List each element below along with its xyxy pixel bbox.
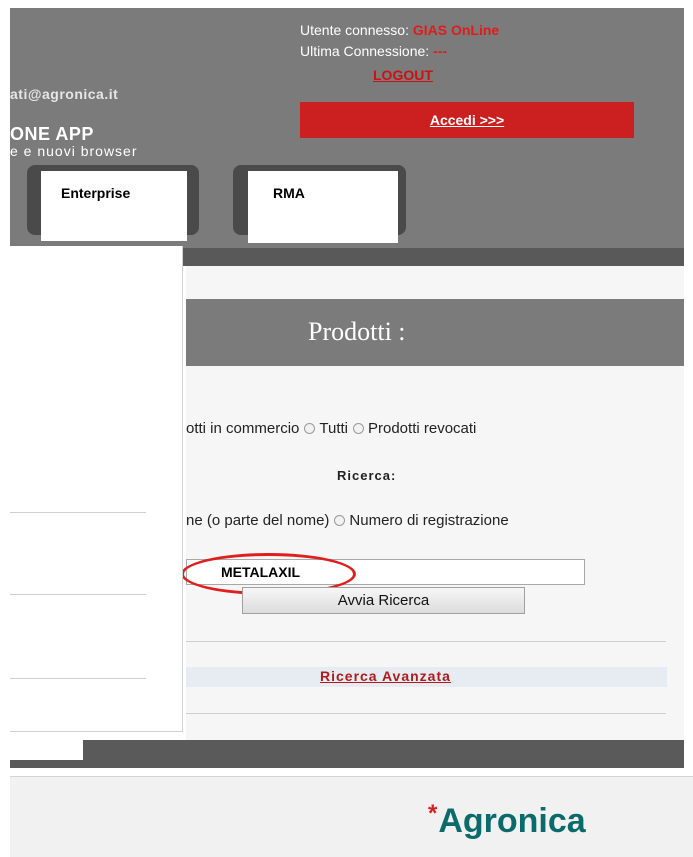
footer-bar — [10, 740, 684, 768]
side-menu-tab — [10, 732, 83, 760]
radio-numero-registrazione[interactable] — [334, 515, 346, 526]
mode-option-name-label[interactable]: ne (o parte del nome) — [186, 512, 329, 529]
accedi-button[interactable]: Accedi >>> — [300, 102, 634, 138]
tab-rma[interactable] — [248, 171, 398, 243]
tab-enterprise-label[interactable]: Enterprise — [61, 185, 130, 201]
filter-radio-group: otti in commercio Tutti Prodotti revocat… — [186, 420, 476, 437]
avvia-ricerca-button[interactable]: Avvia Ricerca — [242, 587, 525, 614]
side-menu-divider — [10, 512, 146, 513]
page-title: Prodotti : — [308, 317, 406, 346]
asterisk-logo-icon: * — [428, 800, 438, 827]
connected-user-label: Utente connesso: — [300, 22, 413, 38]
filter-option-revocati-label[interactable]: Prodotti revocati — [368, 420, 476, 437]
side-menu-panel — [10, 246, 183, 732]
logo-text: Agronica — [438, 802, 586, 840]
search-section-label: Ricerca: — [337, 468, 397, 483]
last-connection-label: Ultima Connessione: — [300, 43, 434, 59]
side-menu-divider — [10, 678, 146, 679]
filter-option-tutti-label[interactable]: Tutti — [319, 420, 348, 437]
connected-user-value: GIAS OnLine — [412, 22, 500, 38]
app-subtitle: e e nuovi browser — [10, 143, 138, 159]
search-mode-radio-group: ne (o parte del nome) Numero di registra… — [186, 512, 509, 529]
agronica-logo: * Agronica — [428, 800, 586, 841]
filter-option-commercio-label[interactable]: otti in commercio — [186, 420, 299, 437]
side-menu-divider — [10, 594, 146, 595]
tab-enterprise[interactable] — [41, 171, 187, 241]
radio-tutti[interactable] — [304, 423, 316, 434]
tab-rma-label[interactable]: RMA — [273, 185, 305, 201]
advanced-search-link[interactable]: Ricerca Avanzata — [320, 668, 451, 684]
logout-link[interactable]: LOGOUT — [373, 67, 433, 83]
last-connection: Ultima Connessione: --- — [300, 43, 447, 59]
connected-user: Utente connesso: GIAS OnLine — [300, 22, 499, 38]
footer-area — [10, 776, 693, 857]
radio-prodotti-revocati[interactable] — [353, 423, 364, 434]
divider — [186, 713, 666, 714]
footer-divider — [10, 776, 693, 777]
app-title: ONE APP — [10, 124, 94, 144]
contact-email: ati@agronica.it — [10, 86, 119, 102]
products-header-bar — [186, 299, 684, 366]
mode-option-registration-label[interactable]: Numero di registrazione — [349, 512, 508, 529]
search-input[interactable] — [186, 559, 585, 585]
divider — [186, 641, 666, 642]
last-connection-value: --- — [433, 43, 448, 59]
